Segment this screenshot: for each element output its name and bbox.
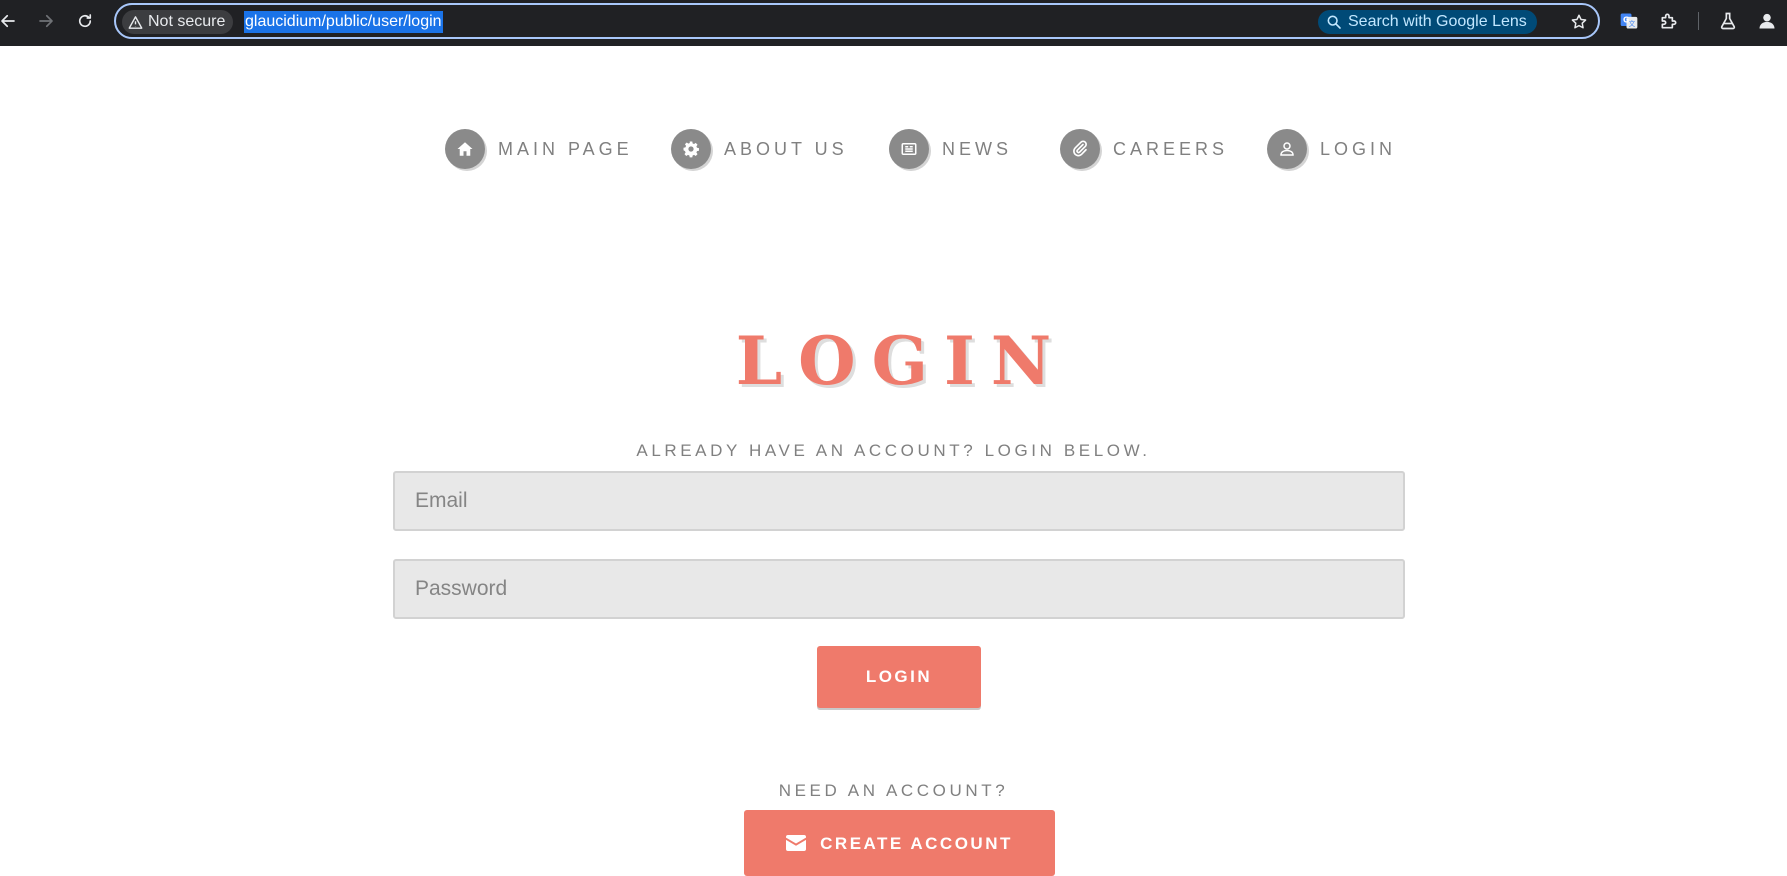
arrow-left-icon bbox=[1, 14, 15, 28]
puzzle-icon bbox=[1661, 13, 1677, 29]
gear-icon bbox=[671, 129, 711, 169]
nav-label-about-us: ABOUT US bbox=[724, 138, 848, 159]
back-button[interactable] bbox=[0, 9, 20, 33]
translate-button[interactable]: G文 bbox=[1617, 9, 1641, 33]
reload-icon bbox=[78, 14, 92, 28]
create-account-button[interactable]: CREATE ACCOUNT bbox=[744, 810, 1055, 876]
browser-toolbar: Not secure glaucidium/public/user/login … bbox=[0, 0, 1787, 46]
envelope-icon bbox=[786, 835, 807, 851]
nav-item-careers[interactable]: CAREERS bbox=[1060, 128, 1228, 170]
home-icon bbox=[445, 129, 485, 169]
site-navigation: MAIN PAGE ABOUT US NEWS CAREERS LOGIN bbox=[0, 128, 1787, 170]
create-account-label: CREATE ACCOUNT bbox=[820, 834, 1013, 853]
star-icon bbox=[1571, 14, 1587, 29]
newspaper-icon bbox=[889, 129, 929, 169]
arrow-right-icon bbox=[39, 14, 53, 28]
paperclip-icon bbox=[1060, 129, 1100, 169]
nav-item-main-page[interactable]: MAIN PAGE bbox=[445, 128, 633, 170]
password-field[interactable] bbox=[393, 559, 1405, 619]
search-icon bbox=[1327, 15, 1341, 29]
forward-button[interactable] bbox=[34, 9, 58, 33]
labs-button[interactable] bbox=[1716, 9, 1740, 33]
nav-label-careers: CAREERS bbox=[1113, 138, 1229, 159]
login-button[interactable]: LOGIN bbox=[817, 646, 981, 708]
login-subtitle: ALREADY HAVE AN ACCOUNT? LOGIN BELOW. bbox=[636, 441, 1151, 460]
reload-button[interactable] bbox=[73, 9, 97, 33]
url-text[interactable]: glaucidium/public/user/login bbox=[244, 11, 443, 33]
address-bar[interactable]: Not secure glaucidium/public/user/login … bbox=[114, 3, 1600, 39]
warning-icon bbox=[128, 15, 143, 29]
extensions-button[interactable] bbox=[1657, 9, 1681, 33]
page-title: LOGIN bbox=[735, 322, 1068, 400]
email-field[interactable] bbox=[393, 471, 1405, 531]
flask-icon bbox=[1720, 12, 1736, 30]
nav-label-main-page: MAIN PAGE bbox=[498, 138, 633, 159]
need-account-text: NEED AN ACCOUNT? bbox=[778, 781, 1009, 800]
security-indicator[interactable]: Not secure bbox=[122, 10, 234, 34]
security-label: Not secure bbox=[148, 13, 226, 30]
profile-icon bbox=[1759, 13, 1775, 29]
google-lens-button[interactable]: Search with Google Lens bbox=[1318, 10, 1537, 34]
nav-label-news: NEWS bbox=[942, 138, 1012, 159]
profile-button[interactable] bbox=[1755, 9, 1779, 33]
nav-item-about-us[interactable]: ABOUT US bbox=[671, 128, 848, 170]
nav-item-news[interactable]: NEWS bbox=[889, 128, 1012, 170]
nav-item-login[interactable]: LOGIN bbox=[1267, 128, 1396, 170]
bookmark-star-button[interactable] bbox=[1568, 11, 1590, 33]
toolbar-divider bbox=[1698, 12, 1699, 30]
google-lens-label: Search with Google Lens bbox=[1348, 13, 1527, 30]
user-icon bbox=[1267, 129, 1307, 169]
svg-text:文: 文 bbox=[1629, 19, 1636, 28]
translate-icon: G文 bbox=[1620, 13, 1638, 29]
nav-label-login: LOGIN bbox=[1320, 138, 1397, 159]
